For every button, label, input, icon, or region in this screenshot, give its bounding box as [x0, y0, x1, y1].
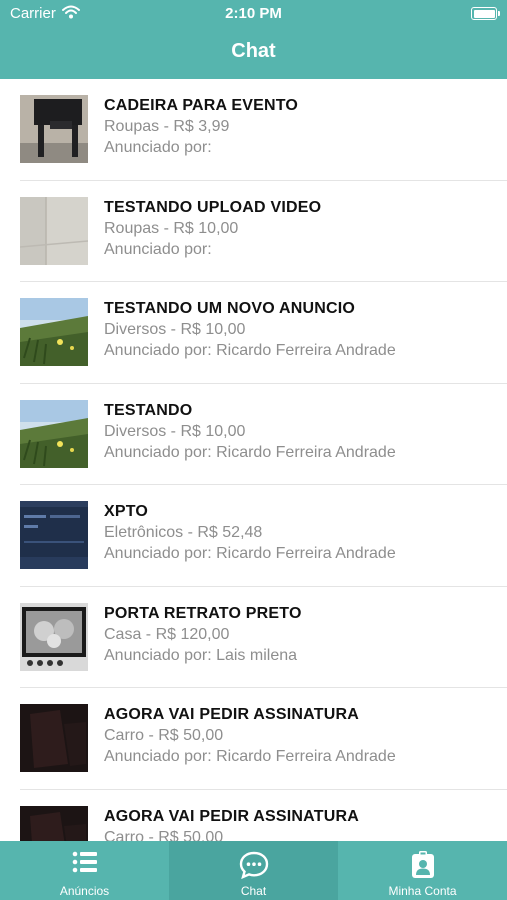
- tab-chat[interactable]: Chat: [169, 841, 338, 900]
- item-advertiser: Anunciado por: Ricardo Ferreira Andrade: [104, 748, 396, 765]
- item-category-price: Roupas - R$ 10,00: [104, 219, 239, 237]
- item-thumbnail: [20, 501, 88, 569]
- list-item[interactable]: AGORA VAI PEDIR ASSINATURA Carro - R$ 50,…: [20, 790, 507, 842]
- chat-list[interactable]: CADEIRA PARA EVENTO Roupas - R$ 3,99 Anunc…: [0, 79, 507, 841]
- account-badge-icon: [411, 851, 435, 884]
- item-text: AGORA VAI PEDIR ASSINATURA Carro - R$ 50,…: [104, 704, 497, 767]
- item-category-price: Diversos - R$ 10,00: [104, 422, 246, 440]
- item-category-price: Diversos - R$ 10,00: [104, 321, 246, 338]
- item-title: AGORA VAI PEDIR ASSINATURA: [104, 706, 359, 723]
- page-title: Chat: [231, 40, 276, 62]
- tab-label: Minha Conta: [388, 884, 457, 898]
- list-item[interactable]: TESTANDO Diversos - R$ 10,00 Anunciado por…: [20, 384, 507, 485]
- item-advertiser: Anunciado por: Lais milena: [104, 646, 298, 664]
- battery-icon: [471, 7, 500, 20]
- tab-bar: Anúncios Chat Minha Conta: [0, 841, 507, 900]
- item-category-price: Casa - R$ 120,00: [104, 625, 230, 643]
- item-category-price: Carro - R$ 50,00: [104, 828, 224, 842]
- item-text: PORTA RETRATO PRETO Casa - R$ 120,00 Anunc…: [104, 603, 497, 666]
- item-title: AGORA VAI PEDIR ASSINATURA: [104, 807, 359, 825]
- list-icon: [72, 851, 98, 878]
- tab-anuncios[interactable]: Anúncios: [0, 841, 169, 900]
- item-text: AGORA VAI PEDIR ASSINATURA Carro - R$ 50,…: [104, 806, 497, 842]
- status-bar: Carrier 2:10 PM: [0, 0, 507, 30]
- tab-label: Chat: [240, 884, 267, 898]
- tab-minha-conta[interactable]: Minha Conta: [338, 841, 507, 900]
- item-title: CADEIRA PARA EVENTO: [104, 97, 299, 114]
- item-advertiser: Anunciado por:: [104, 240, 212, 258]
- item-thumbnail: [20, 602, 88, 671]
- item-text: TESTANDO Diversos - R$ 10,00 Anunciado por…: [104, 400, 497, 463]
- list-item[interactable]: AGORA VAI PEDIR ASSINATURA Carro - R$ 50,…: [20, 688, 507, 790]
- item-category-price: Roupas - R$ 3,99: [104, 118, 230, 135]
- status-time: 2:10 PM: [225, 5, 282, 22]
- item-text: TESTANDO UPLOAD VIDEO Roupas - R$ 10,00 An…: [104, 197, 497, 260]
- item-thumbnail: [20, 196, 88, 265]
- item-title: TESTANDO: [104, 401, 193, 419]
- list-item[interactable]: TESTANDO UM NOVO ANUNCIO Diversos - R$ 10…: [20, 282, 507, 384]
- list-item[interactable]: XPTO Eletrônicos - R$ 52,48 Anunciado por:…: [20, 485, 507, 587]
- item-thumbnail: [20, 95, 88, 163]
- item-title: TESTANDO UPLOAD VIDEO: [104, 198, 322, 216]
- item-thumbnail: [20, 704, 88, 772]
- item-advertiser: Anunciado por:: [104, 139, 212, 156]
- item-thumbnail: [20, 298, 88, 366]
- item-advertiser: Anunciado por: Ricardo Ferreira Andrade: [104, 545, 396, 562]
- list-item[interactable]: PORTA RETRATO PRETO Casa - R$ 120,00 Anunc…: [20, 587, 507, 688]
- item-title: XPTO: [104, 503, 149, 520]
- list-item[interactable]: TESTANDO UPLOAD VIDEO Roupas - R$ 10,00 An…: [20, 181, 507, 282]
- item-advertiser: Anunciado por: Ricardo Ferreira Andrade: [104, 443, 396, 461]
- item-thumbnail: [20, 805, 88, 841]
- item-text: XPTO Eletrônicos - R$ 52,48 Anunciado por:…: [104, 501, 497, 564]
- item-text: CADEIRA PARA EVENTO Roupas - R$ 3,99 Anunc…: [104, 95, 497, 158]
- item-title: TESTANDO UM NOVO ANUNCIO: [104, 300, 356, 317]
- item-category-price: Eletrônicos - R$ 52,48: [104, 524, 263, 541]
- chat-bubble-icon: [239, 851, 269, 884]
- item-category-price: Carro - R$ 50,00: [104, 727, 224, 744]
- item-title: PORTA RETRATO PRETO: [104, 604, 302, 622]
- navigation-bar: Carrier 2:10 PM Chat: [0, 0, 507, 79]
- list-item[interactable]: CADEIRA PARA EVENTO Roupas - R$ 3,99 Anunc…: [20, 79, 507, 181]
- item-thumbnail: [20, 399, 88, 468]
- item-text: TESTANDO UM NOVO ANUNCIO Diversos - R$ 10…: [104, 298, 497, 361]
- tab-label: Anúncios: [59, 884, 110, 898]
- item-advertiser: Anunciado por: Ricardo Ferreira Andrade: [104, 342, 396, 359]
